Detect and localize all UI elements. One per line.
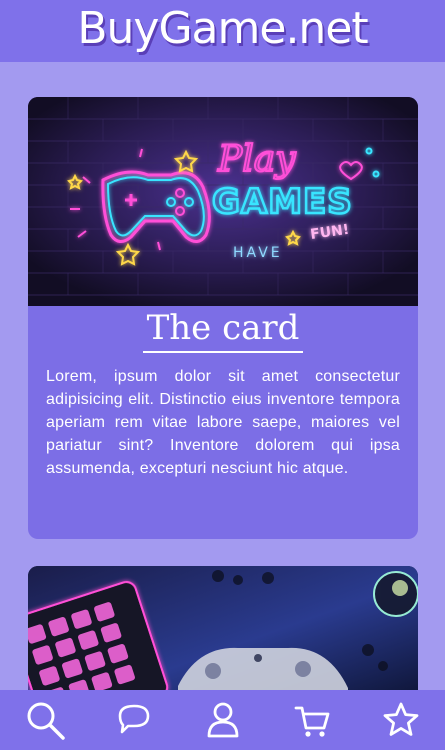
gaming-setup-image	[28, 566, 418, 706]
app-header: BuyGame.net	[0, 0, 445, 62]
game-card-secondary[interactable]	[28, 566, 418, 706]
user-icon	[207, 702, 238, 738]
card-image: Play GAMES HAVE FUN!	[28, 97, 418, 306]
cart-icon	[294, 706, 329, 737]
nav-cart-button[interactable]	[286, 694, 338, 746]
star-icon	[383, 702, 418, 736]
nav-profile-button[interactable]	[197, 694, 249, 746]
game-card[interactable]: Play GAMES HAVE FUN! The card Lorem, ips…	[28, 97, 418, 539]
svg-text:GAMES: GAMES	[212, 182, 353, 222]
nav-chat-button[interactable]	[108, 694, 160, 746]
card-description: Lorem, ipsum dolor sit amet consectetur …	[46, 368, 400, 477]
svg-text:HAVE: HAVE	[233, 245, 283, 261]
neon-play-games-image: Play GAMES HAVE FUN!	[28, 97, 418, 306]
nav-search-button[interactable]	[19, 694, 71, 746]
search-icon	[27, 702, 65, 740]
site-logo[interactable]: BuyGame.net	[77, 7, 368, 51]
nav-favorites-button[interactable]	[375, 694, 427, 746]
chat-icon	[118, 704, 149, 734]
svg-text:Play: Play	[217, 139, 296, 180]
card-title: The card	[28, 307, 418, 353]
bottom-navigation	[0, 690, 445, 750]
